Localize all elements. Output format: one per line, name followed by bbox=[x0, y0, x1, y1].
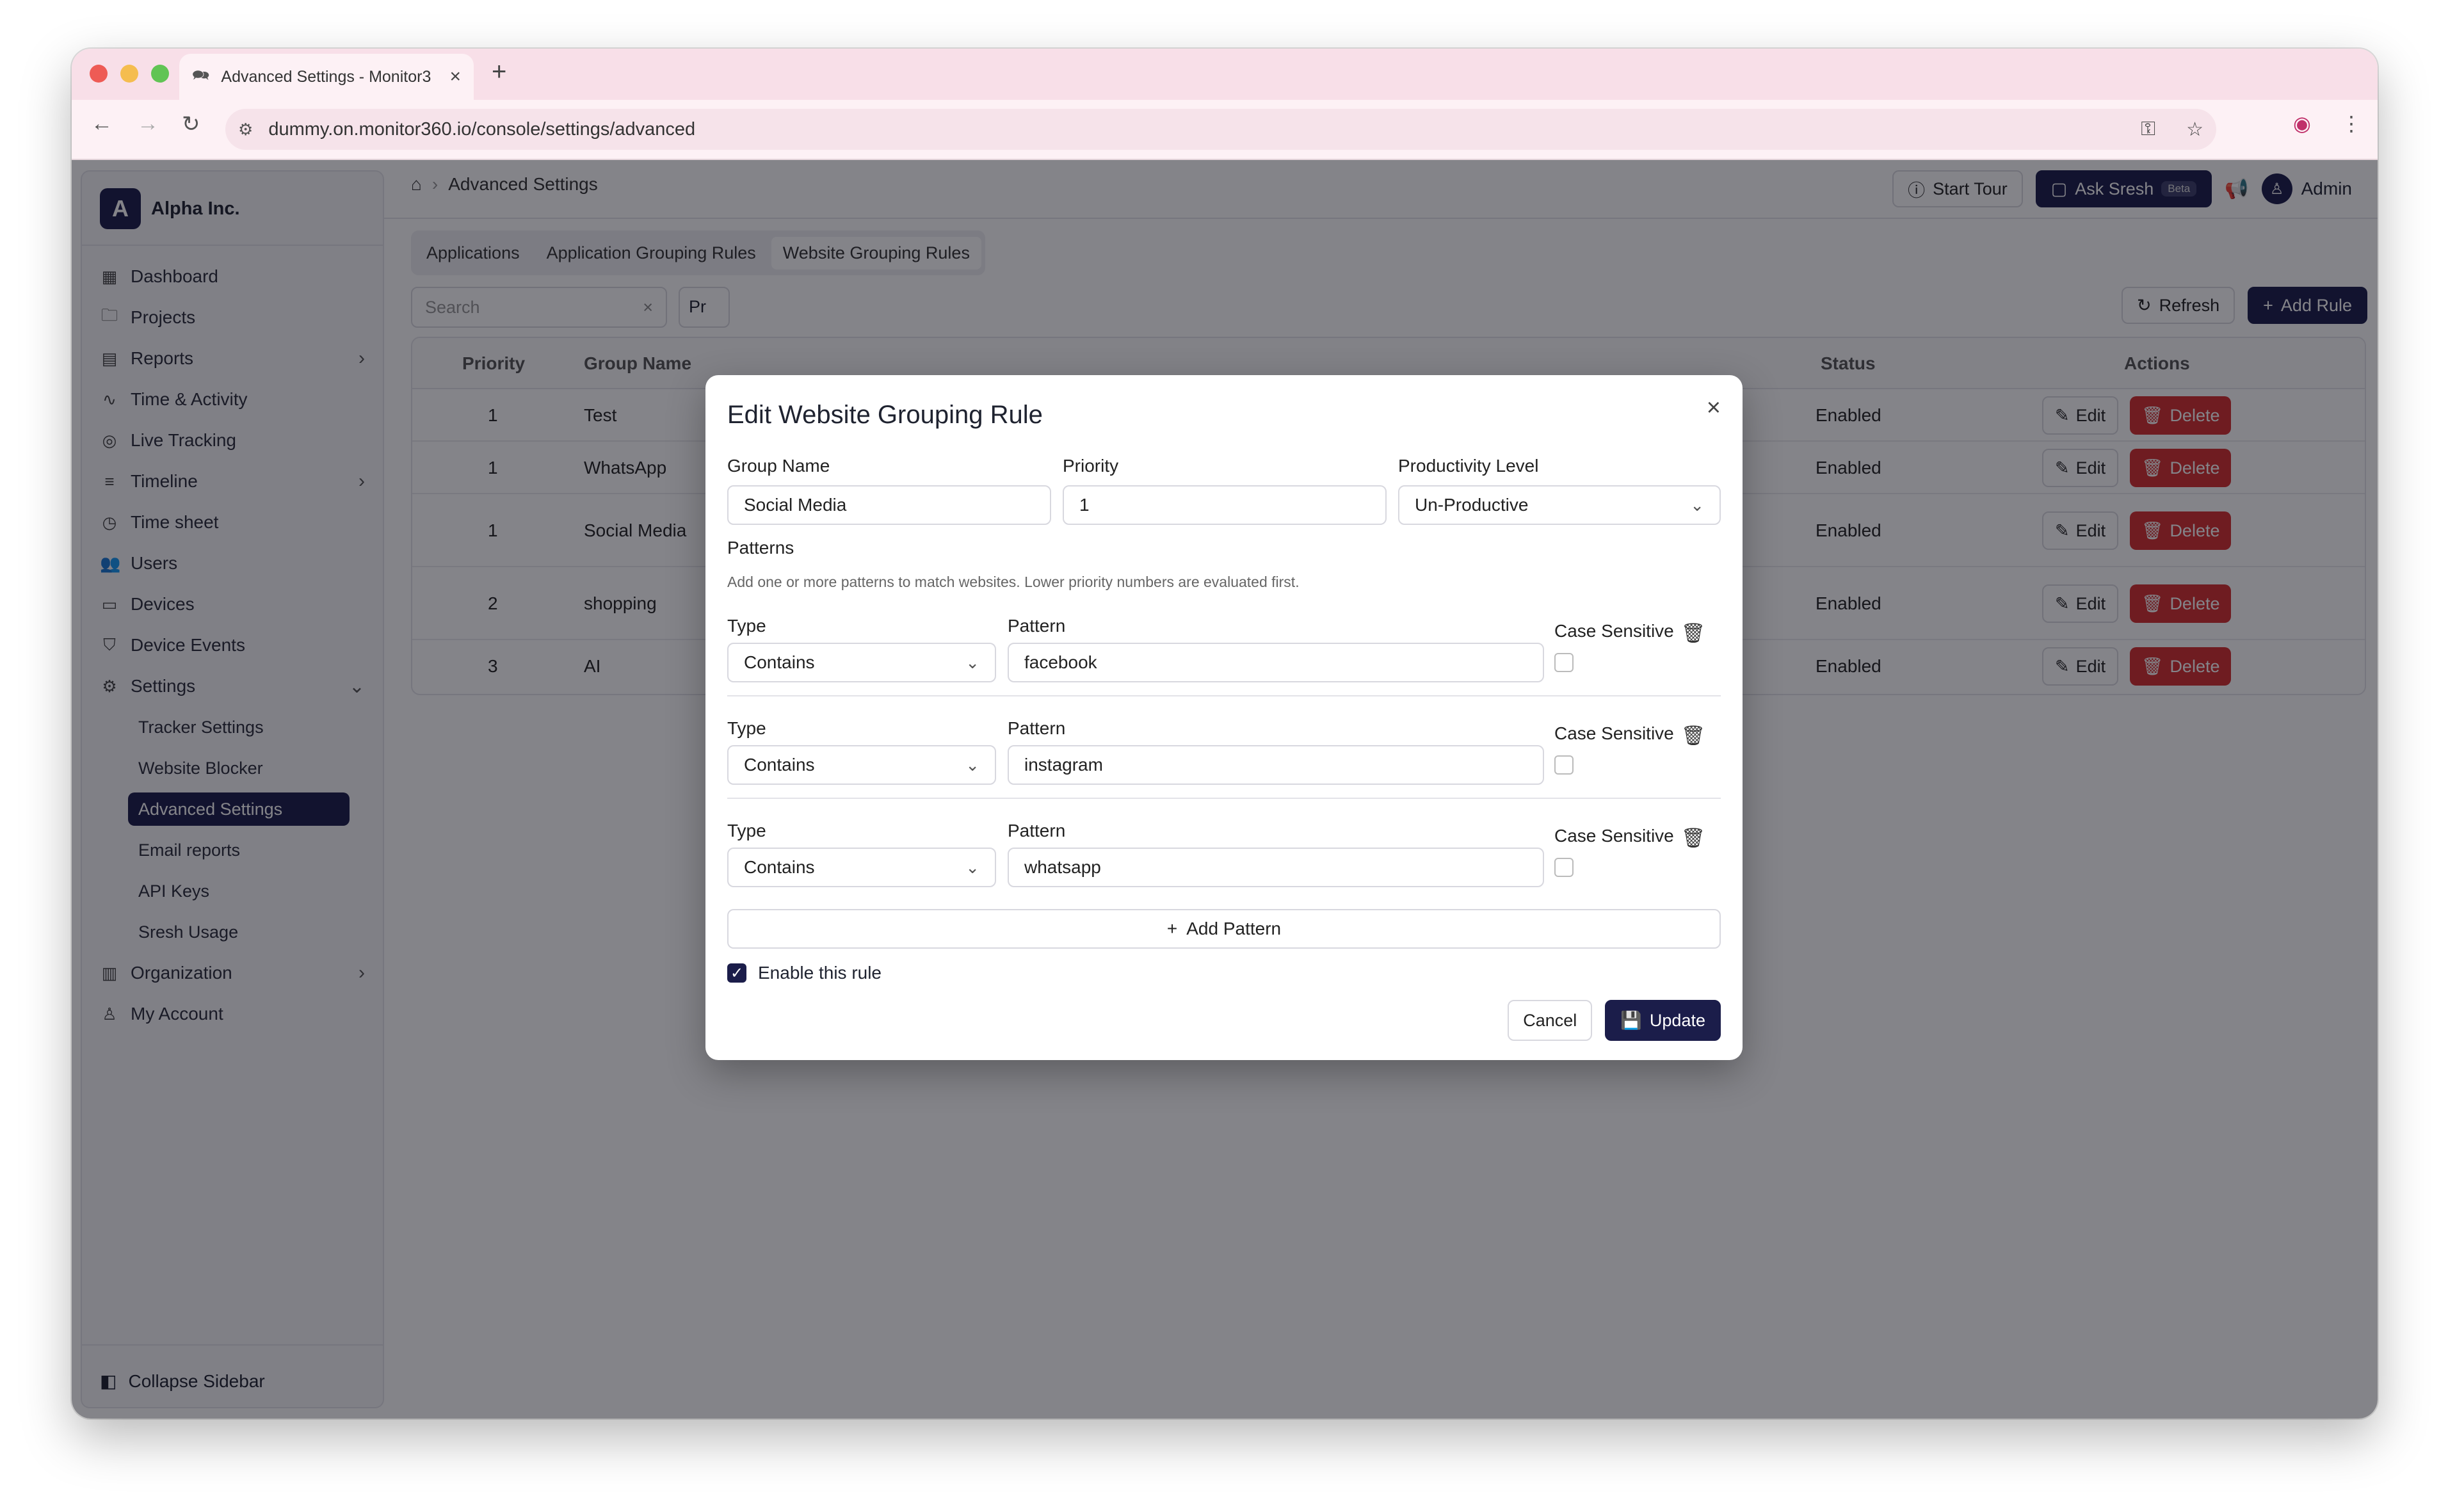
add-pattern-label: Add Pattern bbox=[1186, 919, 1282, 938]
close-window-button[interactable] bbox=[90, 65, 108, 83]
type-value: Contains bbox=[744, 857, 815, 877]
trash-icon[interactable]: 🗑 bbox=[1681, 725, 1705, 747]
pattern-value: facebook bbox=[1024, 652, 1097, 672]
case-sensitive-label: Case Sensitive bbox=[1554, 621, 1674, 641]
app-area: A Alpha Inc. ▦Dashboard 🗀Projects ▤Repor… bbox=[72, 160, 2378, 1419]
pattern-label: Pattern bbox=[1008, 718, 1066, 738]
plus-icon: + bbox=[1166, 919, 1178, 938]
new-tab-icon[interactable]: + bbox=[492, 58, 506, 86]
enable-rule-label: Enable this rule bbox=[758, 963, 882, 983]
maximize-window-button[interactable] bbox=[151, 65, 169, 83]
forward-icon[interactable]: → bbox=[137, 111, 159, 136]
trash-icon[interactable]: 🗑 bbox=[1681, 622, 1705, 645]
group-name-value: Social Media bbox=[744, 495, 847, 515]
pattern-input[interactable]: whatsapp bbox=[1008, 848, 1544, 887]
update-button[interactable]: 💾 Update bbox=[1605, 1000, 1721, 1041]
chevron-down-icon: ⌄ bbox=[965, 857, 979, 877]
type-select[interactable]: Contains ⌄ bbox=[727, 745, 996, 785]
priority-field[interactable]: 1 bbox=[1063, 485, 1387, 525]
cancel-button[interactable]: Cancel bbox=[1508, 1000, 1593, 1041]
url-text: dummy.on.monitor360.io/console/settings/… bbox=[268, 118, 696, 140]
site-info-icon[interactable]: ⚙ bbox=[238, 120, 253, 140]
browser-tab[interactable]: 🗪 Advanced Settings - Monitor3 × bbox=[179, 54, 474, 100]
tab-title: Advanced Settings - Monitor3 bbox=[221, 67, 431, 86]
pattern-input[interactable]: instagram bbox=[1008, 745, 1544, 785]
pattern-value: whatsapp bbox=[1024, 857, 1101, 877]
type-label: Type bbox=[727, 821, 766, 840]
type-select[interactable]: Contains ⌄ bbox=[727, 643, 996, 682]
edit-rule-dialog: Edit Website Grouping Rule × Group Name … bbox=[705, 375, 1743, 1060]
browser-menu-icon[interactable]: ⋮ bbox=[2341, 111, 2362, 136]
chevron-down-icon: ⌄ bbox=[965, 755, 979, 775]
pattern-divider bbox=[727, 798, 1721, 799]
password-key-icon[interactable]: ⚿ bbox=[2141, 118, 2155, 141]
dialog-footer: Cancel 💾 Update bbox=[1508, 1000, 1721, 1041]
tab-bar: 🗪 Advanced Settings - Monitor3 × + bbox=[72, 49, 2378, 100]
case-sensitive-label: Case Sensitive bbox=[1554, 723, 1674, 743]
cancel-label: Cancel bbox=[1523, 1010, 1577, 1030]
address-bar[interactable]: ⚙ dummy.on.monitor360.io/console/setting… bbox=[225, 109, 2216, 150]
type-label: Type bbox=[727, 718, 766, 738]
minimize-window-button[interactable] bbox=[120, 65, 138, 83]
enable-rule-checkbox[interactable]: ✓ bbox=[727, 963, 746, 983]
chevron-down-icon: ⌄ bbox=[965, 652, 979, 672]
productivity-select[interactable]: Un-Productive ⌄ bbox=[1398, 485, 1721, 525]
update-label: Update bbox=[1649, 1010, 1705, 1030]
pattern-label: Pattern bbox=[1008, 821, 1066, 840]
case-sensitive-label: Case Sensitive bbox=[1554, 826, 1674, 846]
pattern-value: instagram bbox=[1024, 755, 1103, 775]
pattern-label: Pattern bbox=[1008, 616, 1066, 636]
save-icon: 💾 bbox=[1620, 1011, 1642, 1030]
dialog-title: Edit Website Grouping Rule bbox=[727, 401, 1043, 429]
patterns-label: Patterns bbox=[727, 538, 794, 558]
priority-value: 1 bbox=[1079, 495, 1090, 515]
type-value: Contains bbox=[744, 652, 815, 672]
enable-rule-toggle[interactable]: ✓ Enable this rule bbox=[727, 963, 882, 983]
reload-icon[interactable]: ↻ bbox=[182, 111, 200, 137]
priority-label: Priority bbox=[1063, 456, 1119, 476]
trash-icon[interactable]: 🗑 bbox=[1681, 827, 1705, 849]
pattern-divider bbox=[727, 695, 1721, 696]
group-name-field[interactable]: Social Media bbox=[727, 485, 1051, 525]
type-value: Contains bbox=[744, 755, 815, 775]
productivity-label: Productivity Level bbox=[1398, 456, 1539, 476]
case-sensitive-checkbox[interactable] bbox=[1554, 653, 1574, 672]
type-select[interactable]: Contains ⌄ bbox=[727, 848, 996, 887]
productivity-value: Un-Productive bbox=[1415, 495, 1529, 515]
browser-window: 🗪 Advanced Settings - Monitor3 × + ← → ↻… bbox=[72, 49, 2378, 1419]
close-tab-icon[interactable]: × bbox=[449, 66, 461, 88]
profile-icon[interactable]: ◉ bbox=[2293, 111, 2311, 136]
close-icon[interactable]: × bbox=[1707, 394, 1721, 422]
case-sensitive-checkbox[interactable] bbox=[1554, 755, 1574, 775]
patterns-hint: Add one or more patterns to match websit… bbox=[727, 574, 1300, 590]
type-label: Type bbox=[727, 616, 766, 636]
group-name-label: Group Name bbox=[727, 456, 830, 476]
pattern-input[interactable]: facebook bbox=[1008, 643, 1544, 682]
case-sensitive-checkbox[interactable] bbox=[1554, 858, 1574, 877]
favicon-icon: 🗪 bbox=[192, 67, 210, 83]
bookmark-star-icon[interactable]: ☆ bbox=[2186, 118, 2203, 141]
back-icon[interactable]: ← bbox=[91, 111, 113, 136]
browser-toolbar: ← → ↻ ⚙ dummy.on.monitor360.io/console/s… bbox=[72, 100, 2378, 160]
chevron-down-icon: ⌄ bbox=[1690, 495, 1704, 515]
add-pattern-button[interactable]: + Add Pattern bbox=[727, 909, 1721, 949]
